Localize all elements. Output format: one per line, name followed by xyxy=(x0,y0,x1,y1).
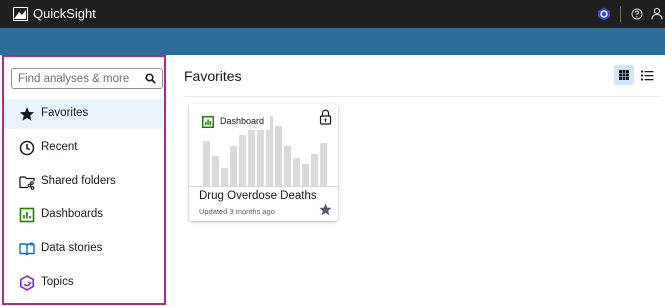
sidebar-item-label: Dashboards xyxy=(41,208,104,220)
user-icon[interactable] xyxy=(651,7,663,20)
sidebar-item-label: Data stories xyxy=(41,242,103,254)
app-name[interactable]: QuickSight xyxy=(33,6,96,21)
grid-view-button[interactable] xyxy=(614,65,634,85)
star-icon xyxy=(19,107,35,121)
sidebar-item-dashboards[interactable]: Dashboards xyxy=(4,200,164,230)
card-title[interactable]: Drug Overdose Deaths xyxy=(199,190,317,202)
sidebar-item-recent[interactable]: Recent xyxy=(4,133,164,163)
topbar-divider xyxy=(620,6,621,22)
card-divider xyxy=(189,186,338,187)
page-title: Favorites xyxy=(184,68,242,84)
sidebar-item-label: Shared folders xyxy=(41,175,116,187)
search-input[interactable] xyxy=(12,69,140,88)
sidebar-item-label: Topics xyxy=(41,276,74,288)
clock-icon xyxy=(19,140,35,156)
sidebar-item-topics[interactable]: Topics xyxy=(4,268,164,298)
dashboard-icon xyxy=(202,116,214,128)
lock-icon xyxy=(319,109,332,125)
list-view-icon xyxy=(641,70,654,81)
card-updated-text: Updated 3 months ago xyxy=(199,207,275,216)
sidebar-item-label: Recent xyxy=(41,141,78,153)
grid-view-icon xyxy=(619,70,629,80)
topic-icon xyxy=(19,275,34,291)
sidebar-item-shared-folders[interactable]: Shared folders xyxy=(4,167,164,197)
dashboard-icon xyxy=(19,207,35,223)
help-icon[interactable] xyxy=(631,8,643,20)
sidebar-item-label: Favorites xyxy=(41,107,89,119)
sidebar: Favorites Recent Shared folders Dashboar… xyxy=(2,55,166,305)
header-band xyxy=(0,28,665,55)
user-hexagon-icon[interactable] xyxy=(597,7,611,21)
dashboard-card[interactable]: Dashboard Drug Overdose Deaths Updated 3… xyxy=(189,104,338,221)
dashboard-type-badge: Dashboard xyxy=(198,113,271,130)
shared-folder-icon xyxy=(19,176,35,190)
list-view-button[interactable] xyxy=(639,65,655,85)
card-type-label: Dashboard xyxy=(220,116,265,126)
search-icon[interactable] xyxy=(145,73,156,84)
quicksight-logo-icon[interactable] xyxy=(13,7,28,21)
search-box xyxy=(11,68,163,89)
book-icon xyxy=(19,242,35,256)
title-divider xyxy=(183,96,660,97)
sidebar-item-favorites[interactable]: Favorites xyxy=(4,99,164,129)
favorite-star-icon[interactable] xyxy=(319,203,332,216)
sidebar-item-data-stories[interactable]: Data stories xyxy=(4,234,164,264)
top-bar: QuickSight xyxy=(0,0,665,28)
